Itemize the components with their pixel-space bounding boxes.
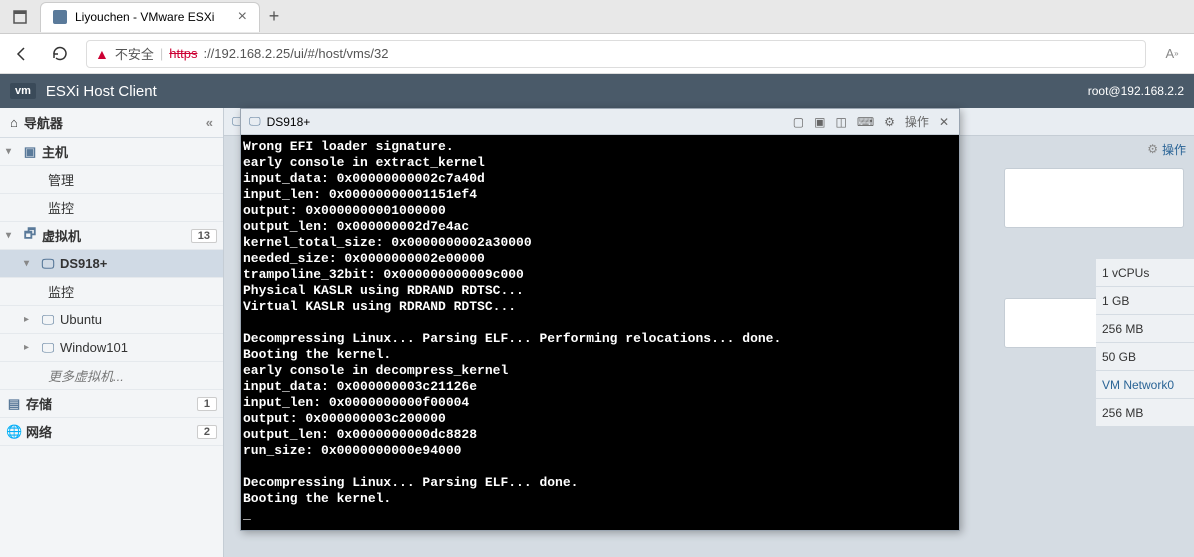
content-area: 🖵 DS918+ ⚙ 操作 1 vCPUs 1 GB 256 MB 50 GB …	[224, 108, 1194, 557]
refresh-button[interactable]	[48, 42, 72, 66]
console-btn-3[interactable]: ◫	[833, 115, 848, 129]
network-icon: 🌐	[6, 424, 22, 440]
url-path: ://192.168.2.25/ui/#/host/vms/32	[203, 46, 388, 61]
notification-panel	[1004, 168, 1184, 228]
console-btn-2[interactable]: ▣	[812, 115, 827, 129]
sidebar-host-monitor[interactable]: 监控	[0, 194, 223, 222]
tab-favicon	[53, 10, 67, 24]
sidebar-more-vms[interactable]: 更多虚拟机...	[0, 362, 223, 390]
chevron-down-icon: ▾	[6, 230, 18, 241]
vm-icon: 🖵	[40, 312, 56, 328]
browser-tab[interactable]: Liyouchen - VMware ESXi ×	[40, 2, 260, 32]
collapse-sidebar-button[interactable]: «	[206, 115, 213, 130]
browser-tab-strip: Liyouchen - VMware ESXi × +	[0, 0, 1194, 34]
sidebar-host-manage[interactable]: 管理	[0, 166, 223, 194]
home-icon: ⌂	[10, 115, 18, 130]
sidebar-vm-window101[interactable]: ▸ 🖵 Window101	[0, 334, 223, 362]
network-count-badge: 2	[197, 425, 217, 439]
back-button[interactable]	[10, 42, 34, 66]
tab-close-icon[interactable]: ×	[238, 8, 247, 26]
esxi-header: vm ESXi Host Client root@192.168.2.2	[0, 74, 1194, 108]
vm-info-panel: 1 vCPUs 1 GB 256 MB 50 GB VM Network0 25…	[1096, 258, 1194, 426]
user-label[interactable]: root@192.168.2.2	[1088, 84, 1184, 98]
console-titlebar[interactable]: 🖵 DS918+ ▢ ▣ ◫ ⌨ ⚙ 操作 ✕	[241, 109, 959, 135]
vmware-logo: vm	[10, 83, 36, 99]
chevron-right-icon: ▸	[24, 342, 36, 353]
info-cpus: 1 vCPUs	[1096, 258, 1194, 286]
console-window: 🖵 DS918+ ▢ ▣ ◫ ⌨ ⚙ 操作 ✕ Wrong EFI loader…	[240, 108, 960, 531]
insecure-warning-icon: ▲	[95, 46, 109, 62]
chevron-right-icon: ▸	[24, 314, 36, 325]
sidebar-host[interactable]: ▾ ▣ 主机	[0, 138, 223, 166]
sidebar-vms-label: 虚拟机	[42, 226, 81, 245]
info-network[interactable]: VM Network0	[1096, 370, 1194, 398]
sidebar-storage[interactable]: ▤ 存储 1	[0, 390, 223, 418]
sidebar-vms[interactable]: ▾ 🗗 虚拟机 13	[0, 222, 223, 250]
sidebar-monitor-label: 监控	[48, 198, 74, 217]
vm-icon: 🖵	[40, 256, 56, 272]
navigator-label: 导航器	[24, 113, 63, 132]
window-controls[interactable]	[0, 10, 40, 24]
sidebar-storage-label: 存储	[26, 394, 52, 413]
sidebar-vm-ds918-label: DS918+	[60, 256, 107, 271]
console-controls: ▢ ▣ ◫ ⌨ ⚙ 操作 ✕	[791, 113, 951, 130]
sidebar-vm-monitor-label: 监控	[48, 282, 74, 301]
url-protocol: https	[169, 46, 197, 61]
host-icon: ▣	[22, 144, 38, 160]
sidebar-vm-win101-label: Window101	[60, 340, 128, 355]
storage-icon: ▤	[6, 396, 22, 412]
gear-icon[interactable]: ⚙	[1147, 142, 1158, 156]
console-btn-keyboard[interactable]: ⌨	[855, 115, 876, 129]
console-icon: 🖵	[249, 114, 261, 129]
console-close-icon[interactable]: ✕	[937, 115, 951, 129]
main-layout: ⌂ 导航器 « ▾ ▣ 主机 管理 监控 ▾ 🗗 虚拟机 13 ▾ 🖵 DS91…	[0, 108, 1194, 557]
address-bar: ▲ 不安全 | https://192.168.2.25/ui/#/host/v…	[0, 34, 1194, 74]
tab-title: Liyouchen - VMware ESXi	[75, 10, 214, 24]
sidebar-more-vms-label: 更多虚拟机...	[48, 366, 124, 385]
chevron-down-icon: ▾	[6, 146, 18, 157]
info-disk2: 50 GB	[1096, 342, 1194, 370]
url-input[interactable]: ▲ 不安全 | https://192.168.2.25/ui/#/host/v…	[86, 40, 1146, 68]
sidebar-network[interactable]: 🌐 网络 2	[0, 418, 223, 446]
info-mem: 1 GB	[1096, 286, 1194, 314]
vm-icon: 🖵	[40, 340, 56, 356]
sidebar-network-label: 网络	[26, 422, 52, 441]
navigator-header: ⌂ 导航器 «	[0, 108, 223, 138]
read-aloud-button[interactable]: A»	[1160, 42, 1184, 66]
new-tab-button[interactable]: +	[260, 3, 288, 31]
window-icon	[13, 10, 27, 24]
sidebar: ⌂ 导航器 « ▾ ▣ 主机 管理 监控 ▾ 🗗 虚拟机 13 ▾ 🖵 DS91…	[0, 108, 224, 557]
vms-count-badge: 13	[191, 229, 217, 243]
storage-count-badge: 1	[197, 397, 217, 411]
console-btn-1[interactable]: ▢	[791, 115, 806, 129]
console-output[interactable]: Wrong EFI loader signature. early consol…	[241, 135, 959, 530]
sidebar-vm-ubuntu[interactable]: ▸ 🖵 Ubuntu	[0, 306, 223, 334]
sidebar-vm-monitor[interactable]: 监控	[0, 278, 223, 306]
info-disk3: 256 MB	[1096, 398, 1194, 426]
console-title-text: DS918+	[267, 115, 311, 129]
console-actions-label[interactable]: 操作	[903, 113, 931, 130]
sidebar-manage-label: 管理	[48, 170, 74, 189]
vm-group-icon: 🗗	[22, 225, 38, 247]
info-disk1: 256 MB	[1096, 314, 1194, 342]
sidebar-host-label: 主机	[42, 142, 68, 161]
sidebar-vm-ds918[interactable]: ▾ 🖵 DS918+	[0, 250, 223, 278]
actions-button[interactable]: 操作	[1162, 141, 1186, 158]
insecure-label: 不安全	[115, 44, 154, 63]
app-title: ESXi Host Client	[46, 83, 157, 100]
sidebar-vm-ubuntu-label: Ubuntu	[60, 312, 102, 327]
page-actions: ⚙ 操作	[1139, 136, 1194, 162]
chevron-down-icon: ▾	[24, 258, 36, 269]
refresh-icon	[51, 45, 69, 63]
arrow-left-icon	[13, 45, 31, 63]
gear-icon[interactable]: ⚙	[882, 115, 897, 129]
